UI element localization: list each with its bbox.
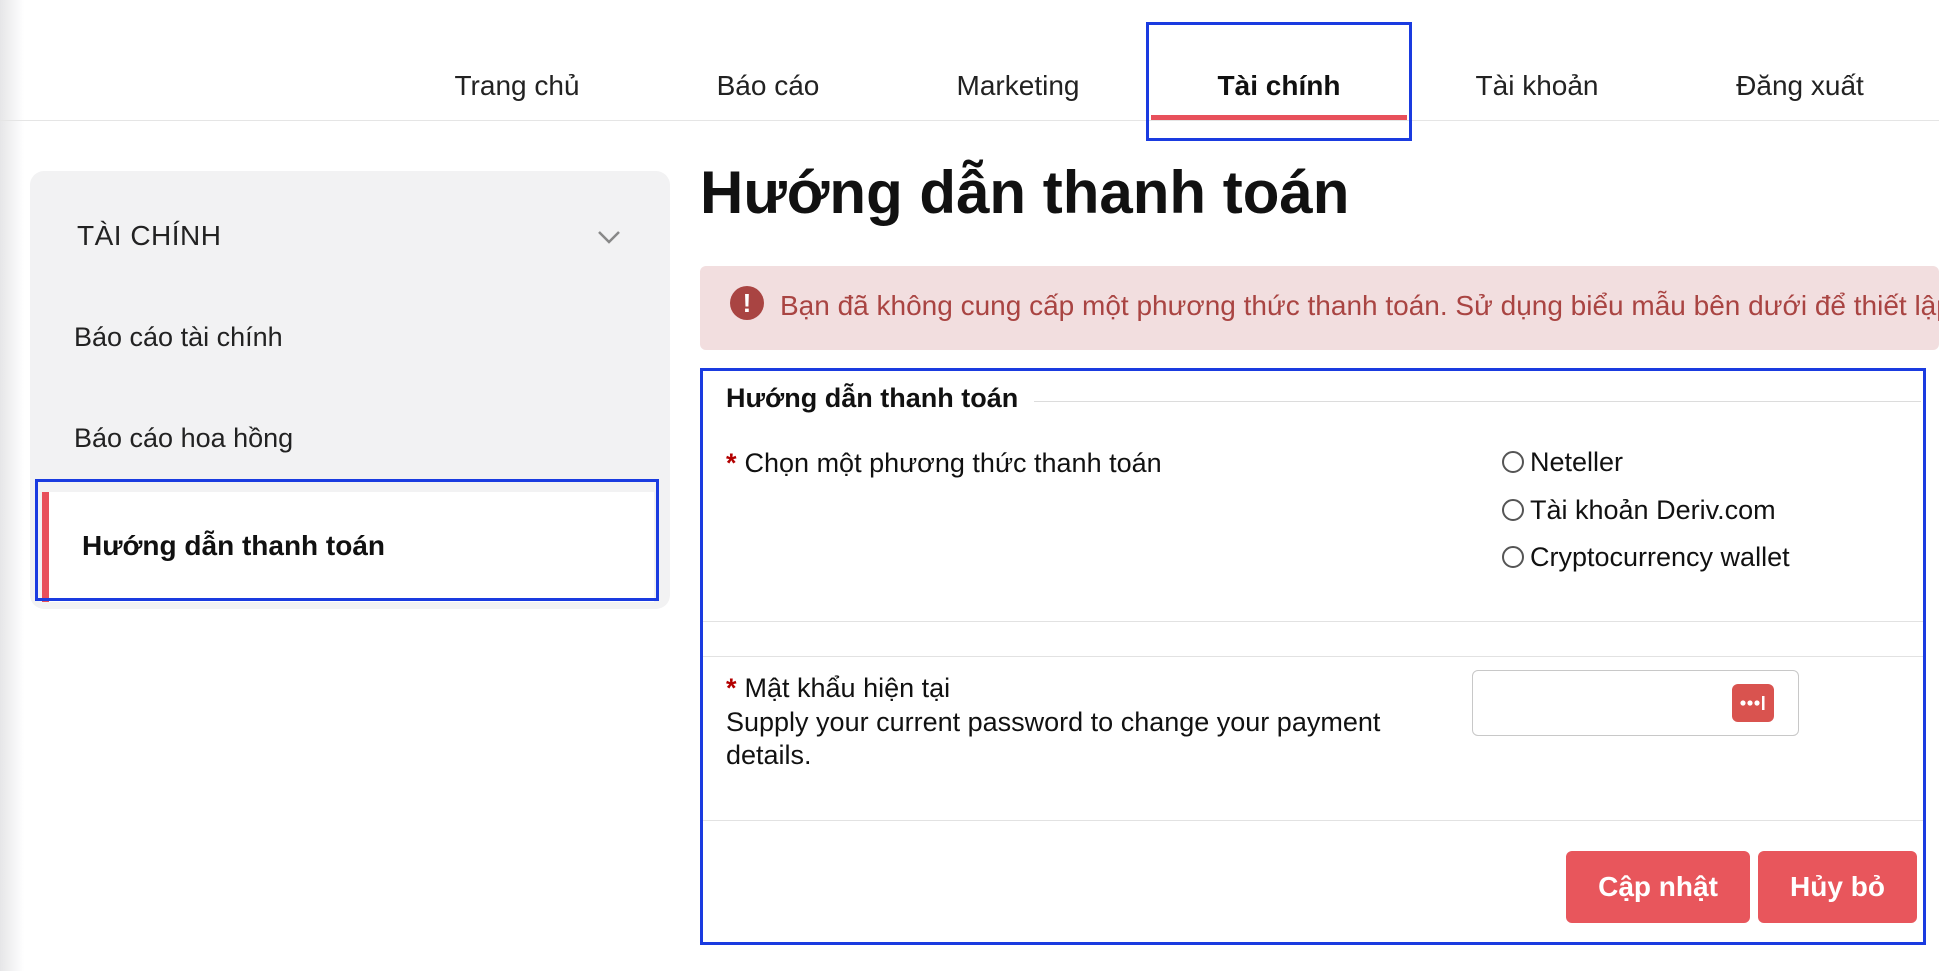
radio-crypto-wallet[interactable]: Cryptocurrency wallet [1502, 542, 1790, 573]
radio-button[interactable] [1502, 499, 1524, 521]
radio-deriv-account[interactable]: Tài khoản Deriv.com [1502, 495, 1776, 526]
divider [703, 656, 1923, 657]
nav-item-marketing[interactable]: Marketing [957, 70, 1080, 102]
nav-item-account[interactable]: Tài khoản [1476, 70, 1599, 102]
page: Trang chủ Báo cáo Marketing Tài chính Tà… [0, 0, 1939, 971]
radio-label: Neteller [1530, 447, 1624, 477]
top-nav: Trang chủ Báo cáo Marketing Tài chính Tà… [0, 0, 1939, 121]
highlight-box-sidebar [35, 479, 659, 601]
divider [703, 621, 1923, 622]
payment-form: Hướng dẫn thanh toán * Chọn một phương th… [700, 368, 1926, 945]
radio-button[interactable] [1502, 451, 1524, 473]
radio-button[interactable] [1502, 546, 1524, 568]
nav-item-logout[interactable]: Đăng xuất [1736, 70, 1864, 102]
current-password-input[interactable] [1483, 681, 1727, 727]
update-button[interactable]: Cập nhật [1566, 851, 1750, 923]
left-edge-shade [0, 0, 24, 971]
divider [703, 820, 1923, 821]
form-legend: Hướng dẫn thanh toán [726, 383, 1035, 414]
password-label: * Mật khẩu hiện tại [726, 673, 950, 704]
radio-label: Tài khoản Deriv.com [1530, 495, 1776, 525]
password-field[interactable] [1472, 670, 1799, 736]
password-label-text: Mật khẩu hiện tại [744, 673, 951, 703]
cancel-button[interactable]: Hủy bỏ [1758, 851, 1917, 923]
page-title: Hướng dẫn thanh toán [700, 159, 1350, 226]
nav-item-reports[interactable]: Báo cáo [717, 70, 820, 102]
chevron-down-icon[interactable] [596, 227, 622, 247]
password-manager-icon[interactable] [1732, 684, 1774, 722]
password-description: Supply your current password to change y… [726, 707, 1381, 770]
highlight-box-nav [1146, 22, 1412, 141]
radio-label: Cryptocurrency wallet [1530, 542, 1790, 572]
required-asterisk: * [726, 448, 737, 478]
exclamation-icon: ! [730, 286, 764, 320]
alert-message: Bạn đã không cung cấp một phương thức th… [780, 290, 1939, 321]
error-alert: ! Bạn đã không cung cấp một phương thức … [700, 266, 1939, 350]
payment-method-label-text: Chọn một phương thức thanh toán [744, 448, 1162, 478]
nav-item-home[interactable]: Trang chủ [454, 70, 579, 102]
sidebar-item-financial-report[interactable]: Báo cáo tài chính [74, 322, 283, 353]
sidebar-item-commission-report[interactable]: Báo cáo hoa hồng [74, 423, 293, 454]
sidebar-heading[interactable]: TÀI CHÍNH [77, 220, 222, 252]
payment-method-label: * Chọn một phương thức thanh toán [726, 448, 1162, 479]
required-asterisk: * [726, 673, 737, 703]
radio-neteller[interactable]: Neteller [1502, 447, 1623, 478]
